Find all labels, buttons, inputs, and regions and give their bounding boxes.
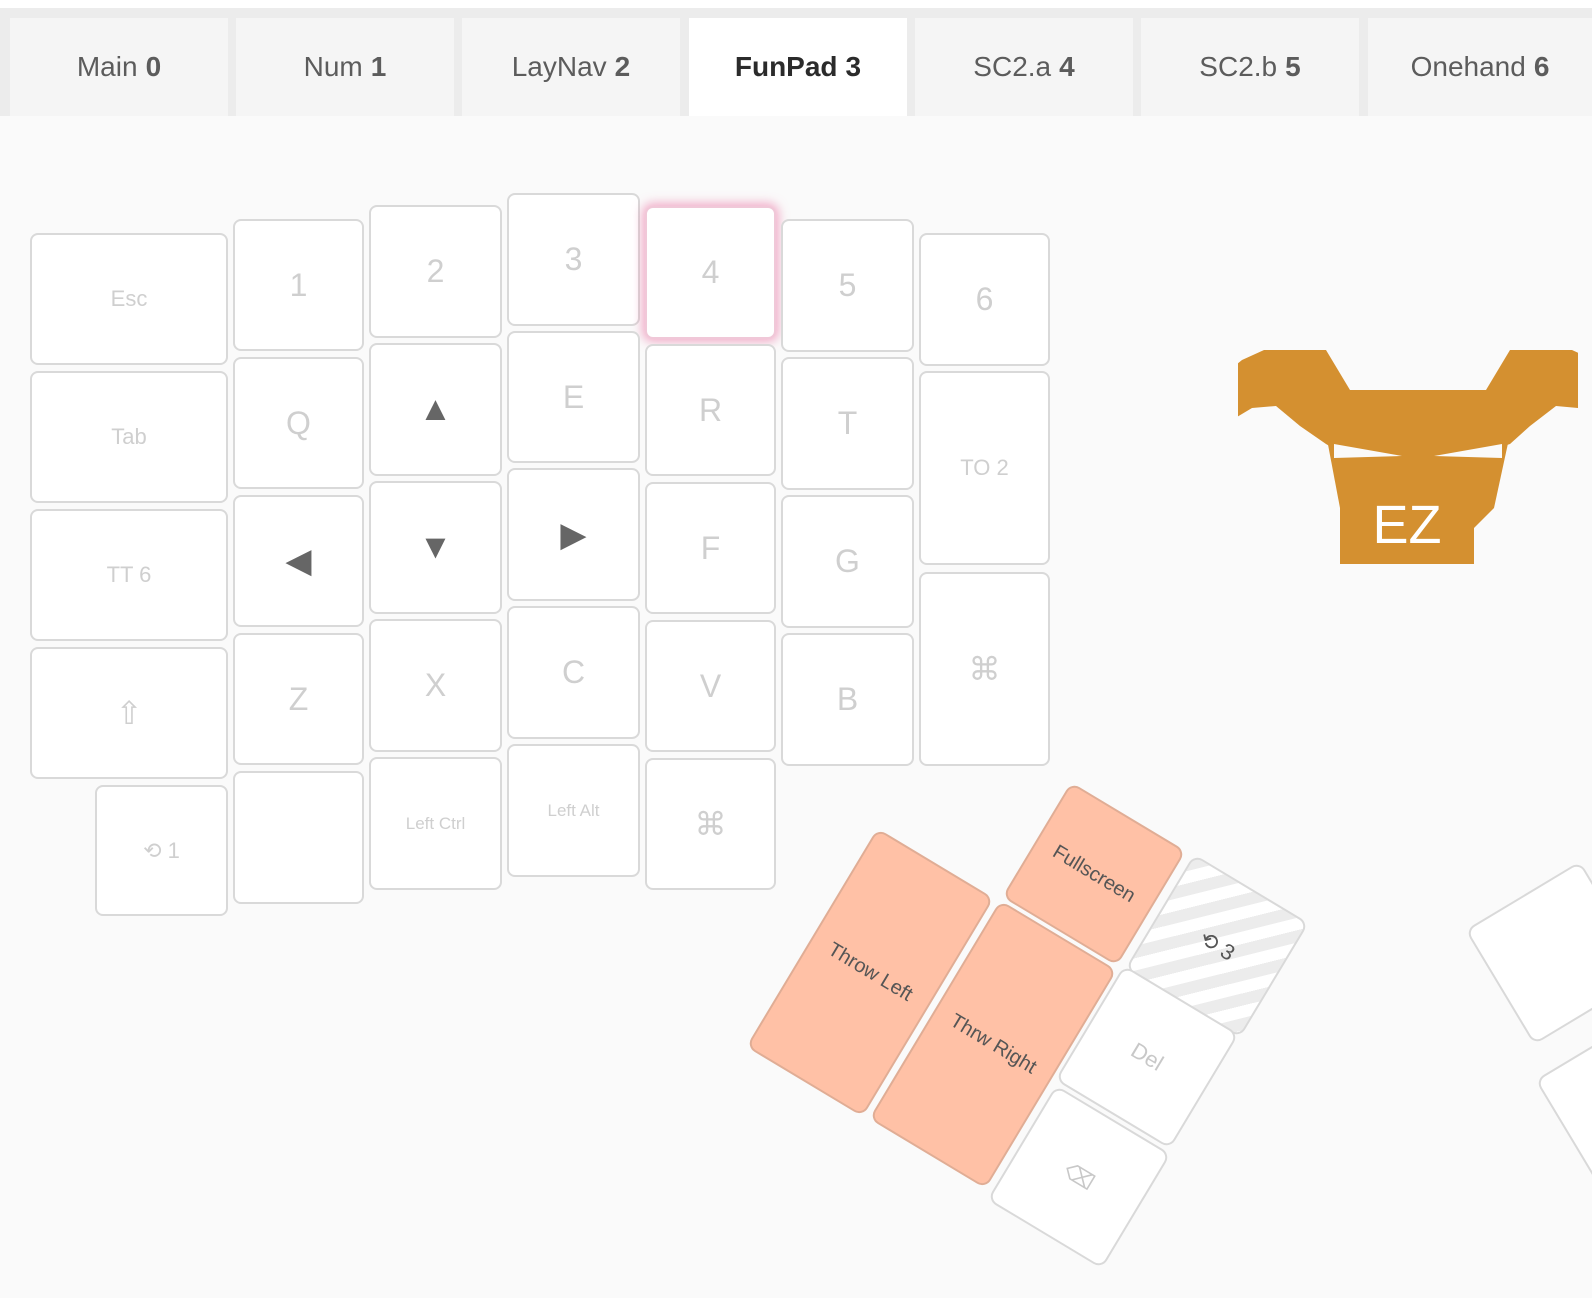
key-to-2[interactable]: TO 2 (919, 371, 1050, 565)
shift-icon: ⇧ (115, 695, 143, 731)
keyboard-layout: Esc 1 2 3 4 5 6 Tab Q ▲ E R T TO 2 TT 6 … (0, 116, 1592, 1298)
command-icon: ⌘ (968, 651, 1001, 687)
tab-num[interactable]: Num 1 (236, 18, 454, 116)
tab-sc2b[interactable]: SC2.b 5 (1141, 18, 1359, 116)
tab-label: SC2.b (1199, 51, 1278, 82)
tab-label: FunPad (734, 51, 838, 82)
tab-number: 1 (370, 51, 387, 82)
key-tab[interactable]: Tab (30, 371, 228, 503)
key-3[interactable]: 3 (507, 193, 640, 326)
tab-funpad[interactable]: FunPad 3 (689, 18, 907, 116)
tab-number: 5 (1285, 51, 1301, 82)
key-label: Esc (110, 286, 148, 311)
key-label: E (562, 378, 585, 415)
key-label: Tab (111, 424, 147, 449)
key-5[interactable]: 5 (781, 219, 914, 352)
top-edge (0, 0, 1592, 8)
tab-number: 6 (1533, 51, 1550, 82)
key-blank[interactable] (233, 771, 364, 904)
key-label: Del (1126, 1037, 1168, 1076)
tab-label: Num (303, 51, 363, 82)
key-label: Z (288, 680, 309, 717)
key-oneshot-layer-1[interactable]: ⟲ 1 (95, 785, 228, 916)
tab-label: Main (76, 51, 138, 82)
key-esc[interactable]: Esc (30, 233, 228, 365)
key-label: Q (286, 404, 311, 441)
tab-label: Onehand (1410, 51, 1526, 82)
tab-main[interactable]: Main 0 (10, 18, 228, 116)
arrow-up-icon: ▲ (418, 390, 453, 428)
key-4[interactable]: 4 (645, 206, 776, 339)
key-label: T (837, 405, 858, 441)
key-label: Thrw Right (946, 1009, 1041, 1079)
key-label: Left Alt (547, 800, 600, 820)
key-label: X (424, 667, 447, 703)
key-label: TO 2 (960, 455, 1009, 480)
key-label: R (698, 391, 723, 428)
tab-number: 2 (614, 51, 631, 82)
key-6[interactable]: 6 (919, 233, 1050, 366)
key-t[interactable]: T (781, 357, 914, 490)
key-label: TT 6 (106, 562, 152, 587)
key-b[interactable]: B (781, 633, 914, 766)
key-e[interactable]: E (507, 331, 640, 463)
command-icon: ⌘ (694, 806, 727, 842)
key-command[interactable]: ⌘ (919, 572, 1050, 766)
tab-number: 4 (1059, 51, 1075, 82)
key-z[interactable]: Z (233, 633, 364, 765)
key-label: ⟲ 1 (143, 837, 180, 863)
key-label: C (561, 654, 586, 690)
key-left-alt[interactable]: Left Alt (507, 744, 640, 877)
key-x[interactable]: X (369, 619, 502, 752)
key-r[interactable]: R (645, 344, 776, 476)
layer-tab-bar: Main 0 Num 1 LayNav 2 FunPad 3 SC2.a 4 SC2.b 5… (0, 8, 1592, 116)
key-label: Throw Left (824, 938, 917, 1006)
key-2[interactable]: 2 (369, 205, 502, 338)
key-label: 2 (426, 253, 445, 289)
key-q[interactable]: Q (233, 357, 364, 489)
key-down-arrow[interactable]: ▼ (369, 481, 502, 614)
key-label: Fullscreen (1049, 840, 1140, 907)
key-label: Left Ctrl (405, 813, 466, 833)
key-f[interactable]: F (645, 482, 776, 614)
arrow-right-icon: ▶ (560, 515, 587, 554)
key-label: 4 (701, 254, 720, 290)
key-label: 1 (289, 266, 308, 303)
key-label: 5 (838, 267, 857, 303)
key-label: 3 (564, 241, 583, 277)
tab-onehand[interactable]: Onehand 6 (1368, 18, 1592, 116)
key-label: G (835, 543, 860, 579)
key-shift[interactable]: ⇧ (30, 647, 228, 779)
key-label: 6 (975, 281, 994, 317)
backspace-icon: ⌫ (1059, 1157, 1100, 1196)
tab-laynav[interactable]: LayNav 2 (462, 18, 680, 116)
key-up-arrow[interactable]: ▲ (369, 343, 502, 476)
key-tt-6[interactable]: TT 6 (30, 509, 228, 641)
tab-label: LayNav (511, 51, 607, 82)
key-1[interactable]: 1 (233, 219, 364, 351)
tab-number: 0 (145, 51, 162, 82)
key-right-thumb-partial[interactable] (1465, 861, 1592, 1045)
key-right-arrow[interactable]: ▶ (507, 468, 640, 601)
key-label: ⟲ 3 (1195, 925, 1240, 966)
arrow-down-icon: ▼ (418, 528, 453, 566)
ez-logo-badge: EZ (1340, 486, 1474, 564)
key-left-ctrl[interactable]: Left Ctrl (369, 757, 502, 890)
key-label: F (700, 529, 721, 566)
key-v[interactable]: V (645, 620, 776, 752)
tab-sc2a[interactable]: SC2.a 4 (915, 18, 1133, 116)
key-label: V (699, 667, 722, 704)
key-c[interactable]: C (507, 606, 640, 739)
key-command-2[interactable]: ⌘ (645, 758, 776, 890)
tab-number: 3 (845, 51, 862, 82)
key-left-arrow[interactable]: ◀ (233, 495, 364, 627)
key-label: B (836, 681, 859, 717)
arrow-left-icon: ◀ (285, 542, 312, 580)
tab-label: SC2.a (973, 51, 1052, 82)
key-g[interactable]: G (781, 495, 914, 628)
